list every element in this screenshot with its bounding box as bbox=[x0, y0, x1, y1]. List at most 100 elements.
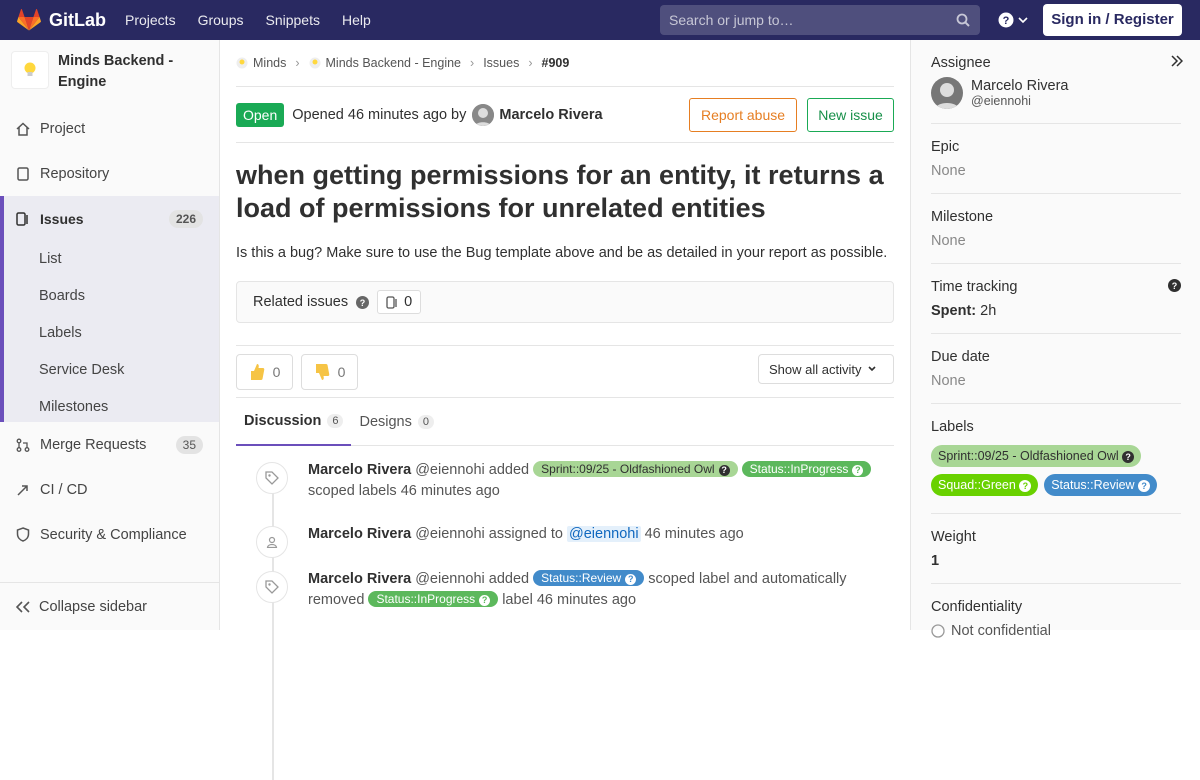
breadcrumb-minds[interactable]: Minds bbox=[253, 56, 286, 70]
sidebar-sub-list[interactable]: List bbox=[4, 241, 219, 278]
label-text: Sprint::09/25 - Oldfashioned Owl bbox=[938, 449, 1119, 464]
tab-discussion[interactable]: Discussion 6 bbox=[236, 398, 352, 446]
tab-designs[interactable]: Designs 0 bbox=[351, 398, 442, 446]
minds-group-icon bbox=[236, 57, 248, 69]
help-dropdown[interactable]: ? bbox=[998, 12, 1028, 28]
question-icon: ? bbox=[479, 595, 491, 606]
issues-icon bbox=[16, 211, 28, 226]
nav-projects[interactable]: Projects bbox=[125, 12, 176, 28]
note-author[interactable]: Marcelo Rivera bbox=[308, 571, 411, 587]
svg-text:?: ? bbox=[360, 298, 366, 308]
merge-request-icon bbox=[16, 438, 30, 452]
breadcrumb-separator: › bbox=[295, 56, 300, 70]
report-abuse-button[interactable]: Report abuse bbox=[689, 98, 797, 132]
breadcrumb-issues[interactable]: Issues bbox=[483, 56, 519, 70]
search-placeholder: Search or jump to… bbox=[669, 12, 794, 28]
sidebar-sub-service-desk[interactable]: Service Desk bbox=[4, 352, 219, 389]
thumbs-down-button[interactable]: 0 bbox=[301, 353, 358, 390]
sidebar-item-label: Merge Requests bbox=[40, 436, 147, 453]
breadcrumb-separator: › bbox=[528, 56, 533, 70]
sidebar-sub-boards[interactable]: Boards bbox=[4, 278, 219, 315]
thumbs-down-icon bbox=[315, 363, 329, 380]
new-issue-button[interactable]: New issue bbox=[807, 98, 894, 132]
double-chevron-right-icon[interactable] bbox=[1171, 55, 1183, 67]
thumbs-up-button[interactable]: 0 bbox=[236, 353, 293, 390]
gitlab-logo[interactable]: GitLab bbox=[17, 9, 106, 31]
assignee-user[interactable]: Marcelo Rivera @eiennohi bbox=[931, 77, 1181, 109]
epic-heading: Epic bbox=[931, 139, 960, 155]
label-status-inprogress[interactable]: Status::InProgress? bbox=[368, 591, 499, 607]
note-author[interactable]: Marcelo Rivera bbox=[308, 462, 411, 478]
sidebar-label-status-review[interactable]: Status::Review ? bbox=[1044, 474, 1158, 497]
sidebar-item-cicd[interactable]: CI / CD bbox=[0, 467, 219, 512]
system-note: Marcelo Rivera @eiennohi added Sprint::0… bbox=[236, 460, 894, 502]
sidebar-item-issues[interactable]: Issues 226 bbox=[4, 196, 219, 241]
note-action: assigned to bbox=[488, 526, 563, 542]
nav-groups[interactable]: Groups bbox=[198, 12, 244, 28]
nav-help[interactable]: Help bbox=[342, 12, 371, 28]
spent-label: Spent: bbox=[931, 303, 977, 319]
confidentiality-text: Not confidential bbox=[951, 623, 1051, 639]
labels-list: Sprint::09/25 - Oldfashioned Owl ? Squad… bbox=[931, 441, 1181, 499]
user-mention[interactable]: @eiennohi bbox=[567, 526, 641, 542]
issue-byline: Opened 46 minutes ago by Marcelo Rivera bbox=[292, 103, 603, 126]
merge-requests-count-badge: 35 bbox=[175, 435, 203, 454]
label-sprint[interactable]: Sprint::09/25 - Oldfashioned Owl? bbox=[533, 461, 738, 477]
related-issues-count[interactable]: 0 bbox=[377, 290, 422, 314]
related-issues-block: Related issues ? 0 bbox=[236, 281, 894, 323]
sidebar-item-merge-requests[interactable]: Merge Requests 35 bbox=[0, 422, 219, 467]
label-tag-icon bbox=[256, 571, 288, 603]
svg-text:?: ? bbox=[1172, 281, 1178, 291]
sidebar-item-project[interactable]: Project bbox=[0, 106, 219, 151]
person-avatar-icon bbox=[472, 103, 495, 126]
sidebar-item-repository[interactable]: Repository bbox=[0, 151, 219, 196]
label-text: Sprint::09/25 - Oldfashioned Owl bbox=[541, 462, 715, 476]
activity-filter-dropdown[interactable]: Show all activity bbox=[758, 354, 894, 384]
assignee-handle: @eiennohi bbox=[971, 94, 1031, 108]
issue-title: when getting permissions for an entity, … bbox=[236, 160, 884, 223]
gitlab-tanuki-icon bbox=[17, 9, 41, 31]
labels-heading: Labels bbox=[931, 419, 974, 435]
issue-main: Minds › Minds Backend - Engine › Issues … bbox=[236, 40, 894, 780]
note-handle[interactable]: @eiennohi bbox=[415, 462, 485, 478]
thumbs-up-icon bbox=[250, 363, 264, 380]
double-chevron-left-icon bbox=[16, 600, 30, 613]
weight-block: Weight 1 bbox=[931, 514, 1181, 584]
time-tracking-block: Time tracking ? Spent: 2h bbox=[931, 264, 1181, 334]
collapse-sidebar-button[interactable]: Collapse sidebar bbox=[0, 582, 219, 630]
question-icon: ? bbox=[718, 465, 730, 476]
due-date-heading: Due date bbox=[931, 349, 990, 365]
breadcrumb-issue-number[interactable]: #909 bbox=[542, 56, 570, 70]
thumbs-up-count: 0 bbox=[272, 363, 281, 380]
due-date-block: Due date None bbox=[931, 334, 1181, 404]
question-icon: ? bbox=[998, 12, 1014, 28]
search-input[interactable]: Search or jump to… bbox=[660, 5, 980, 35]
signin-button[interactable]: Sign in / Register bbox=[1043, 4, 1182, 36]
author-link[interactable]: Marcelo Rivera bbox=[499, 107, 602, 123]
issues-count-badge: 226 bbox=[168, 209, 203, 228]
issues-icon bbox=[386, 295, 397, 309]
label-status-inprogress[interactable]: Status::InProgress? bbox=[741, 461, 872, 477]
sidebar-sub-milestones[interactable]: Milestones bbox=[4, 389, 219, 426]
sidebar-item-security[interactable]: Security & Compliance bbox=[0, 512, 219, 557]
note-handle[interactable]: @eiennohi bbox=[415, 571, 485, 587]
confidentiality-heading: Confidentiality bbox=[931, 599, 1023, 615]
tab-label: Designs bbox=[359, 414, 412, 430]
question-icon[interactable]: ? bbox=[1168, 279, 1181, 292]
issue-header: Open Opened 46 minutes ago by Marcelo Ri… bbox=[236, 87, 894, 143]
sidebar-label-sprint[interactable]: Sprint::09/25 - Oldfashioned Owl ? bbox=[931, 445, 1142, 468]
author-avatar[interactable] bbox=[472, 103, 495, 126]
breadcrumb-separator: › bbox=[470, 56, 475, 70]
label-status-review[interactable]: Status::Review? bbox=[533, 570, 645, 586]
question-icon[interactable]: ? bbox=[356, 295, 370, 309]
nav-snippets[interactable]: Snippets bbox=[266, 12, 320, 28]
sidebar-issues-section: Issues 226 List Boards Labels Service De… bbox=[0, 196, 219, 422]
breadcrumb-project[interactable]: Minds Backend - Engine bbox=[326, 56, 462, 70]
note-author[interactable]: Marcelo Rivera bbox=[308, 526, 411, 542]
sidebar-label-squad[interactable]: Squad::Green ? bbox=[931, 474, 1039, 497]
person-avatar-icon bbox=[931, 77, 963, 109]
sidebar-sub-labels[interactable]: Labels bbox=[4, 315, 219, 352]
note-handle[interactable]: @eiennohi bbox=[415, 526, 485, 542]
project-header[interactable]: Minds Backend - Engine bbox=[0, 40, 219, 106]
user-icon bbox=[256, 526, 288, 558]
